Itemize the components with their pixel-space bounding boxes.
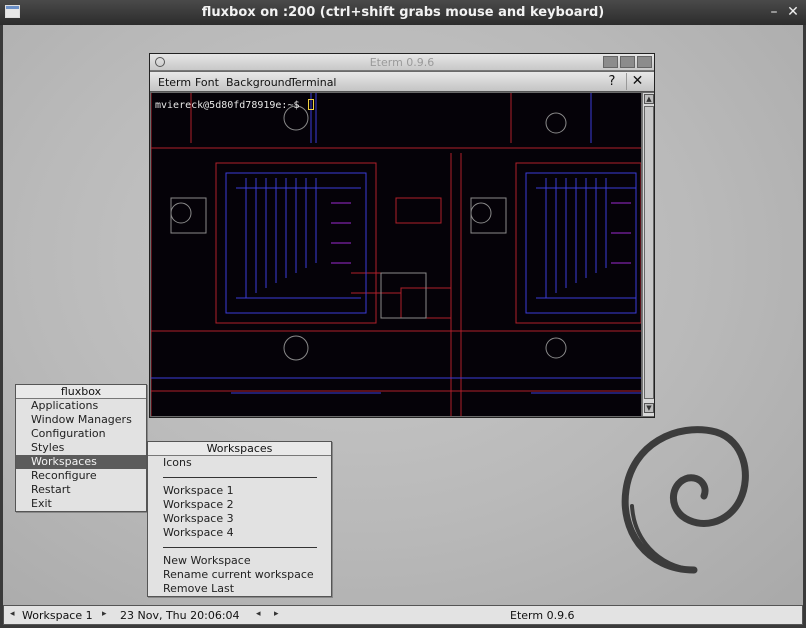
fluxbox-toolbar: ◂ Workspace 1 ▸ 23 Nov, Thu 20:06:04 ◂ ▸… — [3, 605, 803, 625]
menu-item-styles[interactable]: Styles — [16, 441, 146, 455]
menu-item-configuration[interactable]: Configuration — [16, 427, 146, 441]
eterm-titlebar[interactable]: Eterm 0.9.6 — [150, 54, 654, 71]
workspaces-menu-title: Workspaces — [148, 442, 331, 456]
prev-workspace-icon[interactable]: ◂ — [10, 609, 15, 619]
menu-item-rename-workspace[interactable]: Rename current workspace — [148, 568, 331, 582]
workspace-name[interactable]: Workspace 1 — [22, 609, 93, 622]
prompt-text: mviereck@5d80fd78919e:~$ — [155, 100, 306, 111]
clock: 23 Nov, Thu 20:06:04 — [120, 609, 240, 622]
scrollbar-thumb[interactable] — [644, 106, 654, 399]
host-titlebar: fluxbox on :200 (ctrl+shift grabs mouse … — [0, 0, 806, 25]
eterm-help-button[interactable]: ? — [603, 73, 621, 90]
terminal-area[interactable]: mviereck@5d80fd78919e:~$ — [151, 93, 641, 416]
eterm-maximize-button[interactable] — [620, 56, 635, 68]
eterm-window[interactable]: Eterm 0.9.6 Eterm Font Background Termin… — [149, 53, 655, 418]
host-window-title: fluxbox on :200 (ctrl+shift grabs mouse … — [201, 5, 605, 20]
fluxbox-root-menu: fluxbox Applications Window Managers Con… — [15, 384, 147, 512]
close-icon[interactable]: ✕ — [785, 4, 801, 20]
eterm-close-icon[interactable]: ✕ — [626, 73, 648, 90]
prev-window-icon[interactable]: ◂ — [256, 609, 261, 619]
menu-item-workspace-2[interactable]: Workspace 2 — [148, 498, 331, 512]
eterm-menubar: Eterm Font Background Terminal ? ✕ — [150, 72, 654, 92]
menu-item-restart[interactable]: Restart — [16, 483, 146, 497]
eterm-menu-terminal[interactable]: Terminal — [290, 76, 337, 89]
menu-item-applications[interactable]: Applications — [16, 399, 146, 413]
menu-item-window-managers[interactable]: Window Managers — [16, 413, 146, 427]
menu-item-reconfigure[interactable]: Reconfigure — [16, 469, 146, 483]
menu-item-workspaces[interactable]: Workspaces — [16, 455, 146, 469]
debian-swirl-icon — [621, 426, 749, 574]
scroll-down-icon[interactable]: ▼ — [644, 403, 654, 413]
menu-separator — [148, 540, 331, 554]
root-menu-title: fluxbox — [16, 385, 146, 399]
eterm-iconify-button[interactable] — [603, 56, 618, 68]
eterm-close-button[interactable] — [637, 56, 652, 68]
next-window-icon[interactable]: ▸ — [274, 609, 279, 619]
taskbar-item-eterm[interactable]: Eterm 0.9.6 — [510, 609, 575, 622]
menu-item-remove-last[interactable]: Remove Last — [148, 582, 331, 596]
terminal-background-image — [151, 93, 641, 416]
menu-item-workspace-3[interactable]: Workspace 3 — [148, 512, 331, 526]
eterm-menu-background[interactable]: Background — [226, 76, 292, 89]
workspaces-submenu: Workspaces Icons Workspace 1 Workspace 2… — [147, 441, 332, 597]
menu-item-exit[interactable]: Exit — [16, 497, 146, 511]
eterm-title: Eterm 0.9.6 — [369, 56, 435, 69]
eterm-menu-font[interactable]: Font — [195, 76, 219, 89]
menu-item-workspace-1[interactable]: Workspace 1 — [148, 484, 331, 498]
next-workspace-icon[interactable]: ▸ — [102, 609, 107, 619]
eterm-scrollbar[interactable]: ▲ ▼ — [642, 93, 654, 416]
minimize-icon[interactable]: – — [766, 4, 782, 20]
menu-separator — [148, 470, 331, 484]
menu-item-icons[interactable]: Icons — [148, 456, 331, 470]
terminal-cursor — [307, 99, 314, 110]
scroll-up-icon[interactable]: ▲ — [644, 94, 654, 104]
terminal-prompt: mviereck@5d80fd78919e:~$ — [155, 99, 314, 111]
menu-item-new-workspace[interactable]: New Workspace — [148, 554, 331, 568]
menu-item-workspace-4[interactable]: Workspace 4 — [148, 526, 331, 540]
eterm-menu-eterm[interactable]: Eterm — [158, 76, 191, 89]
